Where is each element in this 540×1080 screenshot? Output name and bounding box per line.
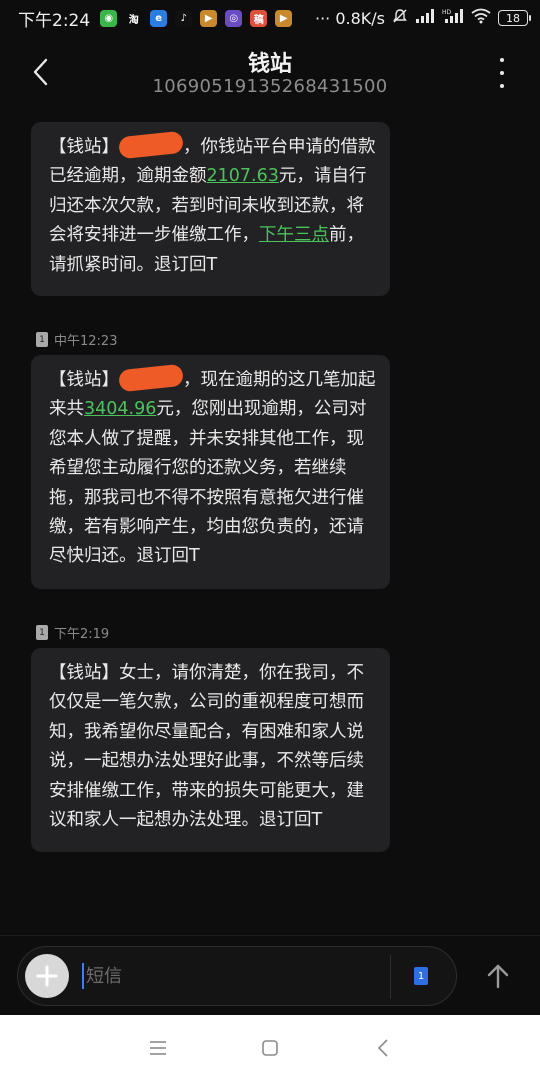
sim-card-icon: 1: [417, 970, 425, 982]
home-button[interactable]: [255, 1033, 285, 1063]
message-timestamp: 1 下午2:19: [36, 623, 109, 642]
attach-button[interactable]: [25, 954, 69, 998]
contact-number: 106905191352684315​00: [152, 76, 388, 97]
message-link[interactable]: 下午三点: [259, 225, 329, 245]
contact-name: 钱站: [247, 52, 292, 77]
schedule-app-icon: 稿: [250, 9, 268, 27]
network-speed: ··· 0.8K/s: [314, 8, 385, 28]
square-icon: [262, 1040, 278, 1056]
chevron-left-icon: [378, 1039, 388, 1057]
message-text: 【钱站】女士，请你清楚，你在我司，不仅仅是一笔欠款，公司的重视程度可想而知，我希…: [49, 663, 364, 831]
compose-bar: 1: [0, 935, 540, 1015]
message-input[interactable]: [86, 961, 376, 991]
browser-icon: e: [150, 9, 168, 27]
sim-select-button[interactable]: 1: [414, 967, 428, 985]
message-text: 元，您刚出现逾期，公司对您本人做了提醒，并未安排其他工作，现希望您主动履行您的还…: [49, 399, 367, 567]
sim-card-icon: 1: [36, 625, 48, 640]
compose-field-container: 1: [17, 946, 457, 1006]
camera-app-icon: ◎: [225, 9, 243, 27]
plus-icon: [36, 965, 58, 987]
message-bubble[interactable]: 【钱站】 ，现在逾期的这几笔加起来共3404.96元，您刚出现逾期，公司对您本人做…: [31, 355, 390, 589]
more-options-button[interactable]: [492, 58, 512, 88]
clock: 下午2:24: [18, 10, 91, 31]
recent-apps-button[interactable]: [143, 1033, 173, 1063]
taobao-icon: 淘: [125, 9, 143, 27]
compose-divider: [390, 955, 391, 999]
system-navigation-bar: [0, 1015, 540, 1080]
notification-icons: ◉ 淘 e ♪ ▶ ◎ 稿 ▶: [100, 9, 300, 27]
redaction-mark: [118, 363, 184, 393]
wifi-icon: [471, 8, 491, 28]
message-text: 【钱站】: [49, 370, 119, 390]
tiktok-icon: ♪: [175, 9, 193, 27]
video-app-icon: ▶: [200, 9, 218, 27]
sim-card-icon: 1: [36, 332, 48, 347]
system-back-button[interactable]: [368, 1033, 398, 1063]
message-text: 【钱站】: [49, 137, 119, 157]
video-app-2-icon: ▶: [275, 9, 293, 27]
status-indicators: ··· 0.8K/s HD 18: [314, 8, 531, 28]
send-button[interactable]: [478, 956, 518, 996]
redaction-mark: [118, 130, 184, 160]
svg-text:HD: HD: [442, 9, 452, 16]
text-cursor: [82, 963, 84, 989]
message-bubble[interactable]: 【钱站】 ，你钱站平台申请的借款已经逾期，逾期金额2107.63元，请自行归还本次…: [31, 122, 390, 296]
battery-icon: 18: [498, 10, 531, 26]
timestamp-text: 中午12:23: [54, 334, 118, 349]
mute-icon: [392, 8, 408, 28]
signal-hd-icon: HD: [442, 8, 464, 28]
arrow-up-icon: [487, 964, 509, 989]
message-bubble[interactable]: 【钱站】女士，请你清楚，你在我司，不仅仅是一笔欠款，公司的重视程度可想而知，我希…: [31, 648, 390, 852]
message-link[interactable]: 3404.96: [84, 399, 156, 419]
conversation-header: 钱站 106905191352684315​00: [0, 36, 540, 108]
wechat-icon: ◉: [100, 9, 118, 27]
more-vertical-icon: [500, 58, 504, 62]
message-link[interactable]: 2107.63: [207, 166, 279, 186]
signal-icon: [415, 8, 435, 28]
status-bar: 下午2:24 ◉ 淘 e ♪ ▶ ◎ 稿 ▶ ··· 0.8K/s HD 18: [0, 0, 540, 36]
timestamp-text: 下午2:19: [54, 627, 110, 642]
menu-icon: [150, 1041, 166, 1055]
message-timestamp: 1 中午12:23: [36, 330, 117, 349]
battery-level: 18: [506, 11, 520, 25]
